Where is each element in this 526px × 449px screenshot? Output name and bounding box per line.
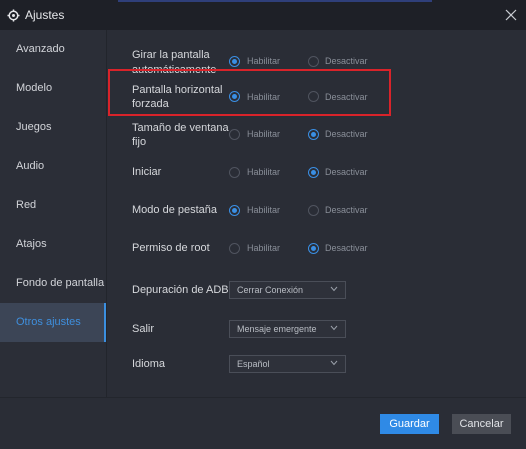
fixed-window-enable-label: Habilitar: [247, 129, 281, 139]
auto-rotate-disable-radio[interactable]: [308, 56, 319, 67]
chevron-down-icon: [330, 286, 338, 292]
root-disable-radio[interactable]: [308, 243, 319, 254]
auto-rotate-enable-label: Habilitar: [247, 56, 281, 66]
tab-mode-disable-label: Desactivar: [325, 205, 368, 215]
setting-label-startup: Iniciar: [132, 166, 162, 178]
startup-disable-label: Desactivar: [325, 167, 368, 177]
setting-label-line: Tamaño de ventana: [132, 122, 229, 134]
highlight-annotation-box: [108, 69, 391, 116]
save-button[interactable]: Guardar: [380, 414, 439, 434]
setting-label-root-permission: Permiso de root: [132, 242, 210, 254]
root-disable-label: Desactivar: [325, 243, 368, 253]
setting-label-line: fijo: [132, 136, 147, 148]
window-title: Ajustes: [25, 8, 65, 22]
auto-rotate-disable-label: Desactivar: [325, 56, 368, 66]
startup-enable-radio[interactable]: [229, 167, 240, 178]
language-value: Español: [237, 359, 270, 369]
gear-icon: [7, 9, 20, 22]
startup-disable-radio[interactable]: [308, 167, 319, 178]
sidebar-item-audio[interactable]: Audio: [0, 147, 106, 186]
startup-enable-label: Habilitar: [247, 167, 281, 177]
adb-debugging-value: Cerrar Conexión: [237, 285, 304, 295]
setting-label-fixed-window-size: Tamaño de ventana fijo: [132, 122, 229, 149]
cancel-button[interactable]: Cancelar: [452, 414, 511, 434]
setting-label-adb-debugging: Depuración de ADB: [132, 284, 229, 296]
setting-label-tab-mode: Modo de pestaña: [132, 204, 218, 216]
tab-mode-enable-label: Habilitar: [247, 205, 281, 215]
chevron-down-icon: [330, 360, 338, 366]
fixed-window-disable-radio[interactable]: [308, 129, 319, 140]
auto-rotate-enable-radio[interactable]: [229, 56, 240, 67]
settings-sidebar: Avanzado Modelo Juegos Audio Red Atajos …: [0, 30, 106, 397]
sidebar-item-modelo[interactable]: Modelo: [0, 69, 106, 108]
adb-debugging-select[interactable]: Cerrar Conexión: [229, 281, 346, 299]
fixed-window-enable-radio[interactable]: [229, 129, 240, 140]
sidebar-item-juegos[interactable]: Juegos: [0, 108, 106, 147]
sidebar-item-atajos[interactable]: Atajos: [0, 225, 106, 264]
tab-mode-disable-radio[interactable]: [308, 205, 319, 216]
fixed-window-disable-label: Desactivar: [325, 129, 368, 139]
tab-mode-enable-radio[interactable]: [229, 205, 240, 216]
exit-behavior-value: Mensaje emergente: [237, 324, 317, 334]
setting-label-language: Idioma: [132, 358, 166, 370]
title-bar-accent: [118, 0, 432, 2]
root-enable-label: Habilitar: [247, 243, 281, 253]
language-select[interactable]: Español: [229, 355, 346, 373]
setting-label-line: Girar la pantalla: [132, 49, 210, 61]
sidebar-item-red[interactable]: Red: [0, 186, 106, 225]
sidebar-item-avanzado[interactable]: Avanzado: [0, 30, 106, 69]
sidebar-item-otros-ajustes[interactable]: Otros ajustes: [0, 303, 106, 342]
close-icon[interactable]: [504, 8, 518, 22]
exit-behavior-select[interactable]: Mensaje emergente: [229, 320, 346, 338]
dialog-footer: [0, 397, 526, 449]
setting-label-exit: Salir: [132, 323, 155, 335]
sidebar-item-fondo-de-pantalla[interactable]: Fondo de pantalla: [0, 264, 106, 303]
title-bar: Ajustes: [0, 0, 526, 30]
chevron-down-icon: [330, 325, 338, 331]
root-enable-radio[interactable]: [229, 243, 240, 254]
